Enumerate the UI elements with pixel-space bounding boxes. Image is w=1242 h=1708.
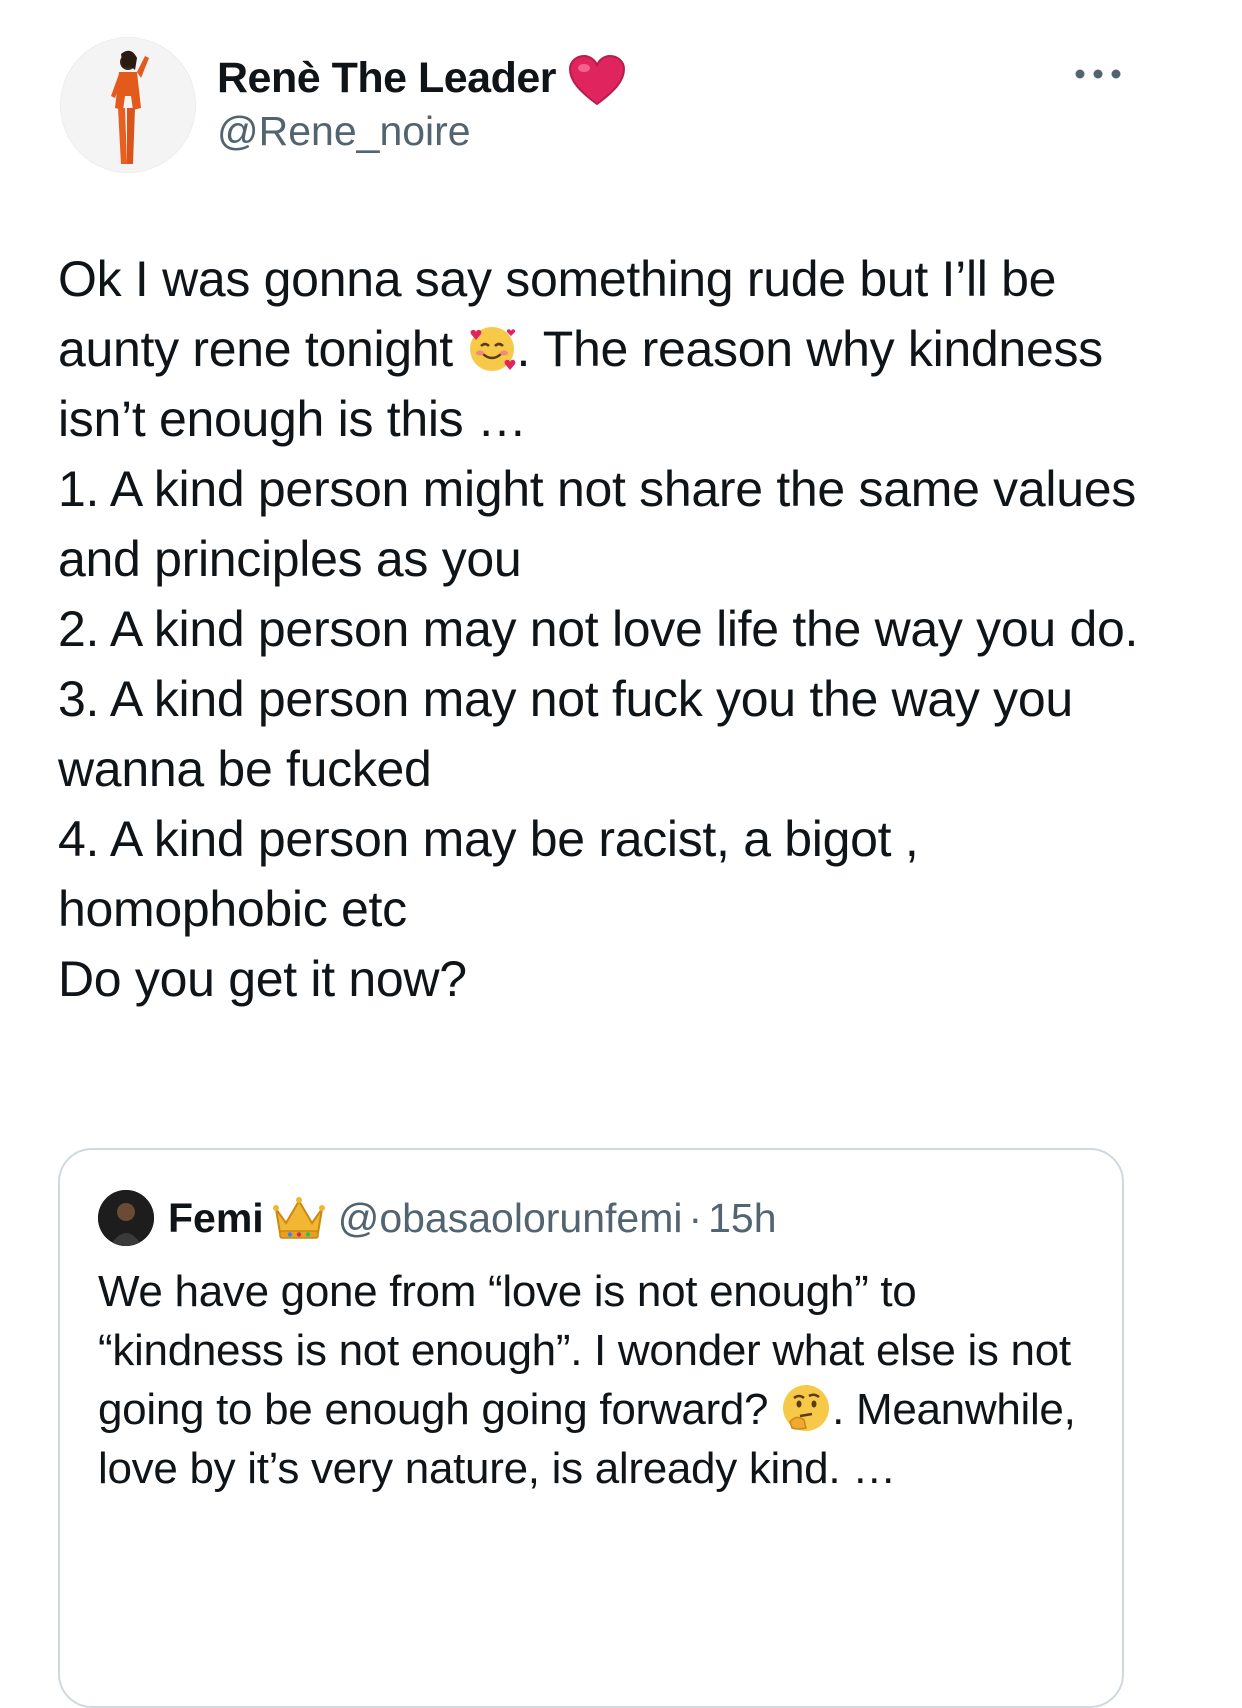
quoted-tweet-card[interactable]: Femi @obasaolorunfemi · 15h We have gone… <box>58 1148 1124 1708</box>
smiling-face-with-hearts-icon <box>469 327 515 371</box>
red-heart-icon <box>568 54 626 106</box>
crown-icon <box>272 1197 325 1239</box>
separator-dot: · <box>688 1194 703 1241</box>
more-horizontal-icon[interactable] <box>1072 62 1124 86</box>
author-name-text: Renè The Leader <box>217 53 557 102</box>
quoted-author-name: Femi <box>168 1194 264 1241</box>
author-handle[interactable]: @Rene_noire <box>217 108 471 155</box>
author-display-name[interactable]: Renè The Leader <box>217 48 626 108</box>
quoted-tweet-body: We have gone from “love is not enough” t… <box>98 1262 1088 1498</box>
author-avatar[interactable] <box>60 37 196 173</box>
tweet-body: Ok I was gonna say something rude but I’… <box>58 244 1178 1014</box>
quoted-author-handle: @obasaolorunfemi <box>337 1194 683 1241</box>
quoted-tweet-time: 15h <box>708 1194 777 1241</box>
avatar-image <box>61 38 195 172</box>
quoted-author-avatar <box>98 1190 154 1246</box>
thinking-face-icon <box>783 1385 830 1431</box>
quoted-tweet-header: Femi @obasaolorunfemi · 15h <box>98 1190 777 1246</box>
tweet-text-part2: . The reason why kindness isn’t enough i… <box>58 321 1139 1007</box>
